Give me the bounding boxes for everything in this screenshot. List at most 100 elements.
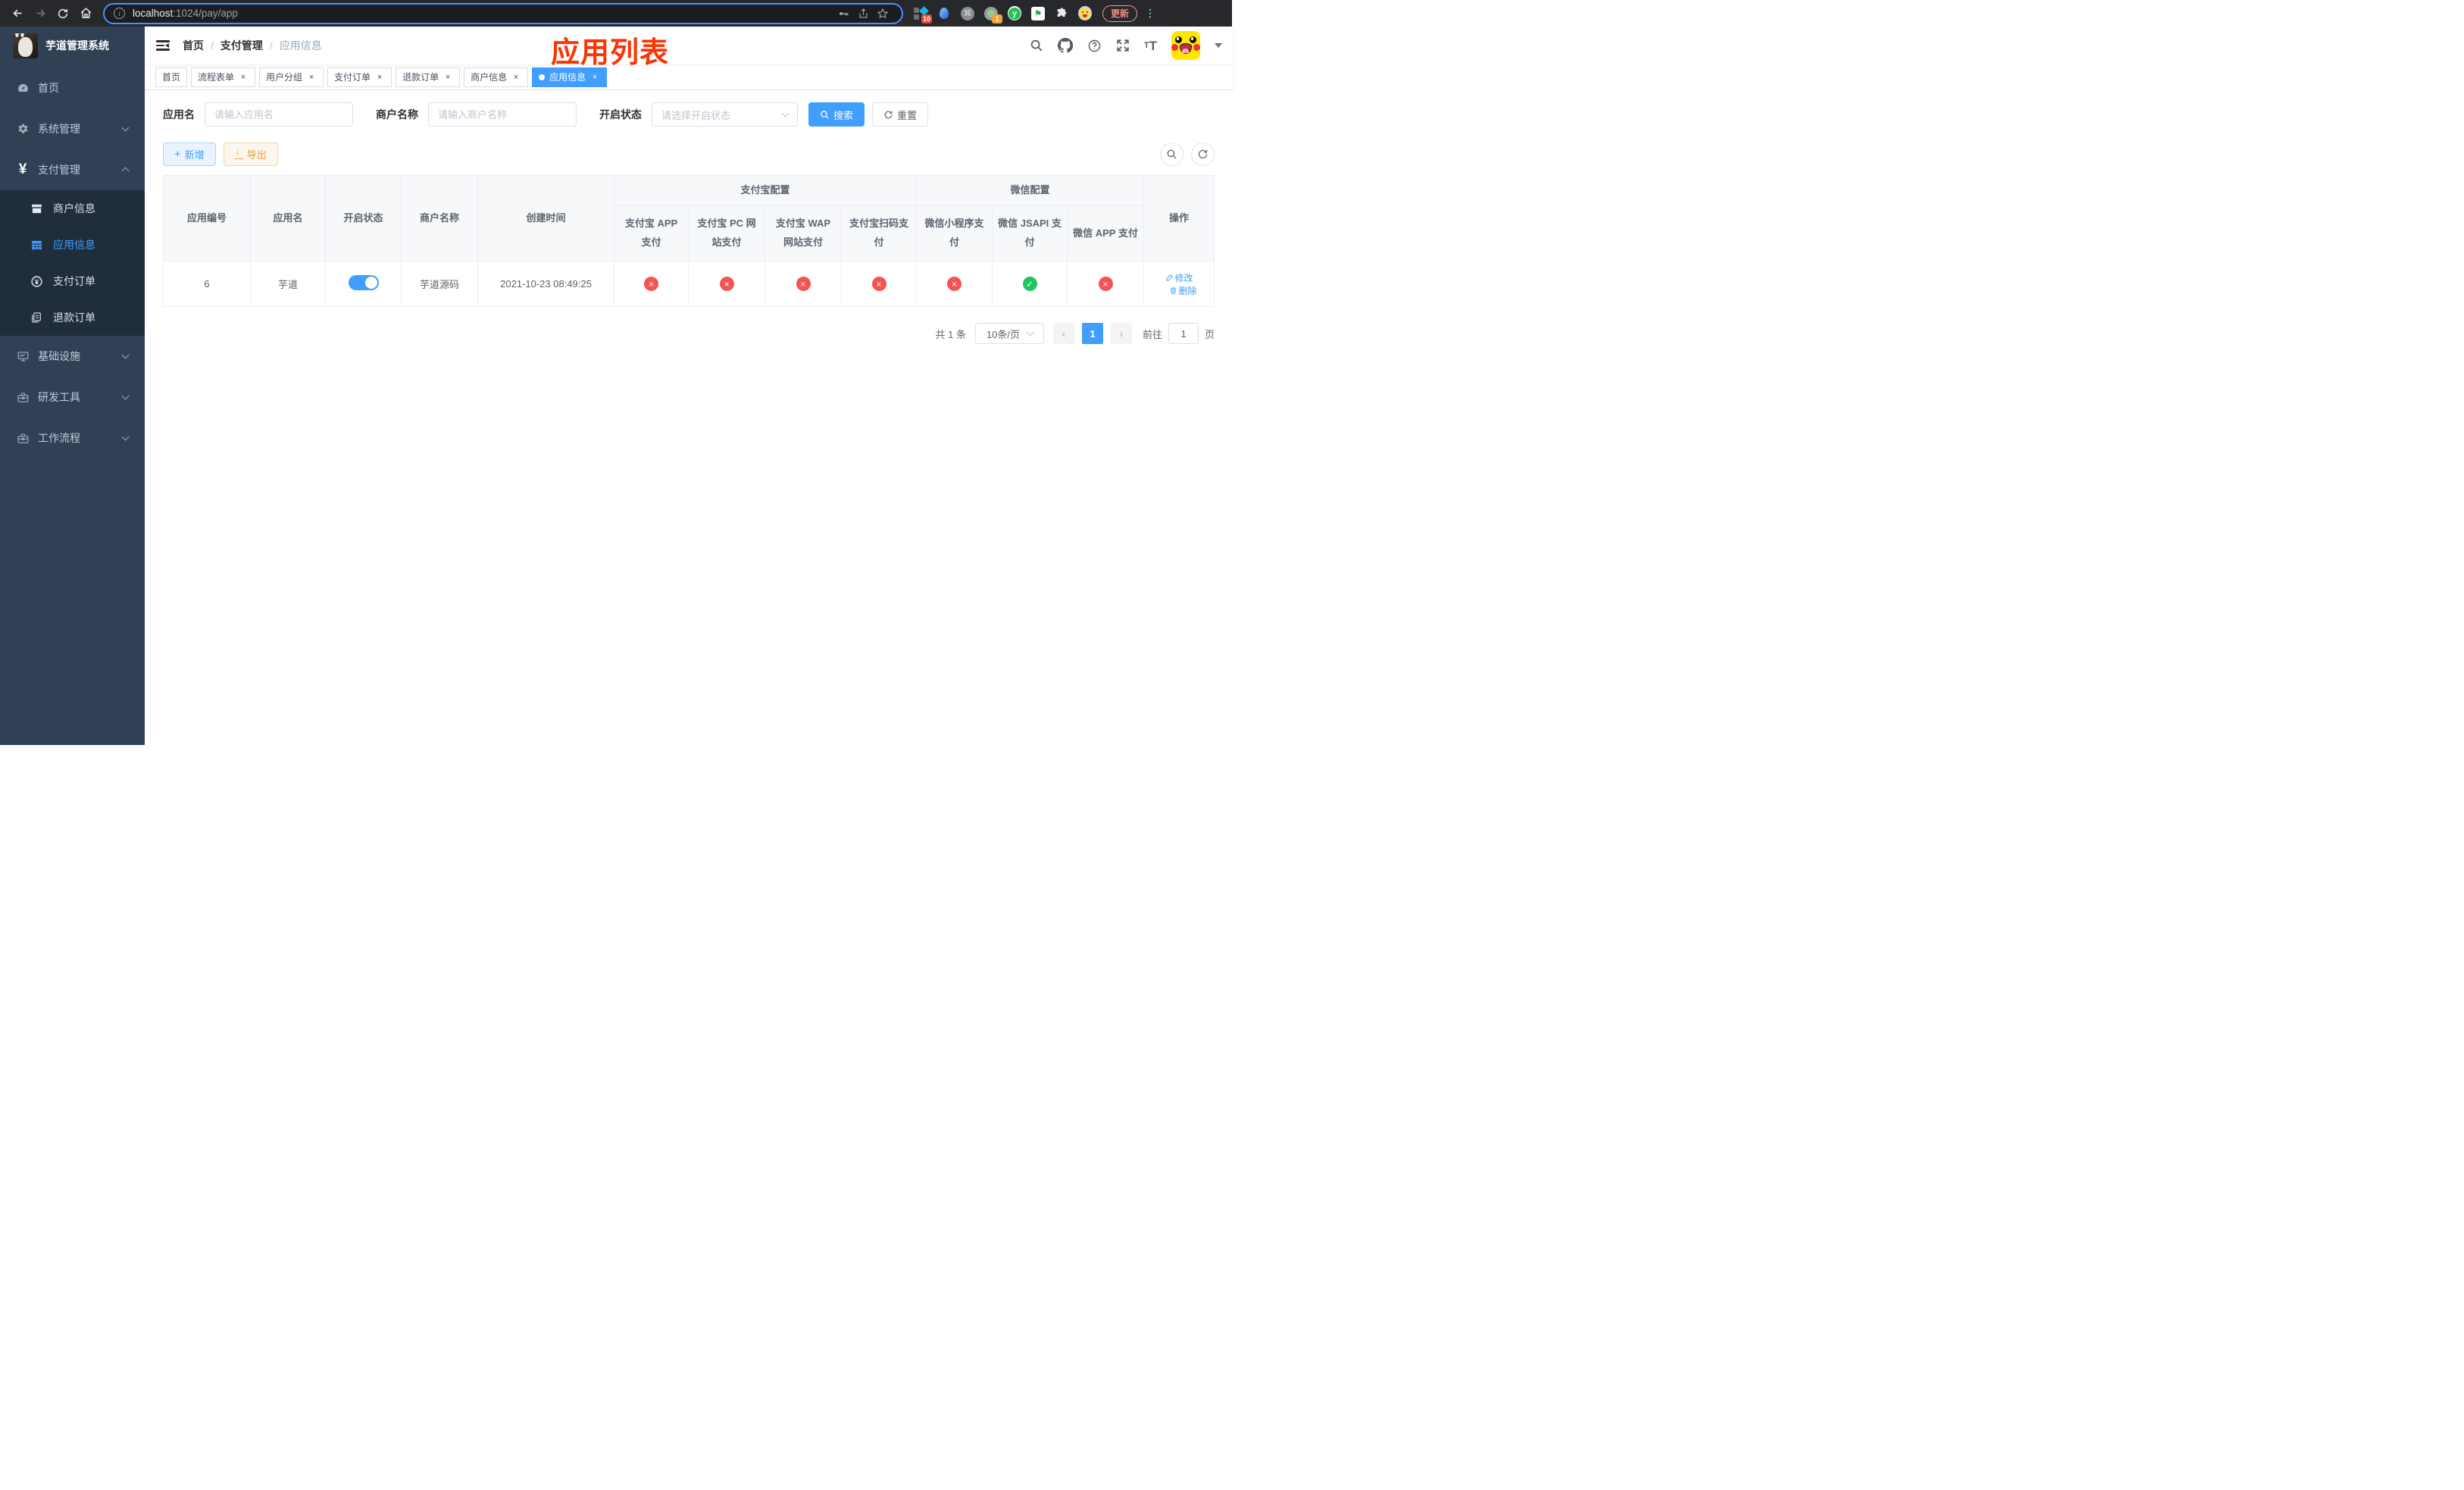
- tag-pay-orders[interactable]: 支付订单: [327, 67, 392, 87]
- page-annotation: 应用列表: [551, 37, 670, 69]
- delete-link[interactable]: 删除: [1169, 284, 1197, 297]
- close-tag-icon[interactable]: [511, 72, 521, 83]
- col-alipay-wap: 支付宝 WAP 网站支付: [765, 205, 842, 261]
- sidebar-item-infrastructure[interactable]: 基础设施: [0, 336, 145, 377]
- extension-blue-diamond-icon[interactable]: 10: [914, 5, 932, 23]
- header-search-icon[interactable]: [1030, 39, 1043, 52]
- sidebar-item-system[interactable]: 系统管理: [0, 108, 145, 149]
- sidebar-item-payment[interactable]: ¥ 支付管理: [0, 149, 145, 190]
- app-logo-row[interactable]: 芋道管理系统: [0, 27, 145, 64]
- forward-icon[interactable]: [29, 3, 52, 24]
- browser-update-button[interactable]: 更新: [1102, 5, 1138, 22]
- page-number-1[interactable]: 1: [1081, 323, 1103, 344]
- refresh-table-button[interactable]: [1191, 142, 1215, 166]
- sidebar-collapse-icon[interactable]: [145, 27, 181, 64]
- export-button[interactable]: 导出: [223, 142, 278, 166]
- toggle-search-button[interactable]: [1160, 142, 1184, 166]
- table-toolbar: + 新增 导出: [163, 142, 1215, 166]
- breadcrumb-section[interactable]: 支付管理: [220, 38, 263, 53]
- close-tag-icon[interactable]: [442, 72, 453, 83]
- tag-user-group[interactable]: 用户分组: [259, 67, 324, 87]
- url-text[interactable]: localhost:1024/pay/app: [133, 8, 238, 19]
- col-group-alipay: 支付宝配置: [613, 175, 918, 206]
- chevron-down-icon: [121, 433, 130, 441]
- col-merchant: 商户名称: [401, 175, 478, 261]
- home-icon[interactable]: [74, 3, 97, 24]
- back-icon[interactable]: [6, 3, 29, 24]
- col-alipay-qr: 支付宝扫码支付: [840, 205, 918, 261]
- navbar: 首页 / 支付管理 / 应用信息 应用列表 TT: [145, 27, 1234, 69]
- github-icon[interactable]: [1057, 38, 1073, 53]
- gear-icon: [14, 123, 32, 136]
- cell-created: 2021-10-23 08:49:25: [477, 261, 614, 307]
- prev-page-button[interactable]: [1052, 323, 1074, 344]
- col-app-name: 应用名: [250, 175, 326, 261]
- goto-label: 前往: [1142, 328, 1162, 340]
- tag-home[interactable]: 首页: [155, 67, 188, 87]
- site-info-icon[interactable]: i: [114, 8, 125, 19]
- sidebar-item-app-info[interactable]: 应用信息: [0, 227, 145, 263]
- chevron-down-icon: [121, 392, 130, 400]
- documents-icon: [27, 311, 45, 324]
- chevron-down-icon: [781, 109, 790, 117]
- app-name-input[interactable]: [205, 102, 353, 127]
- browser-toolbar: i localhost:1024/pay/app 10 ⌘ 1 y ⚑ 更新 ⋮: [0, 0, 1232, 27]
- edit-link[interactable]: 修改: [1165, 271, 1193, 284]
- font-size-icon[interactable]: TT: [1144, 39, 1157, 52]
- next-page-button[interactable]: [1110, 323, 1132, 344]
- sidebar: 芋道管理系统 首页 系统管理 ¥ 支付管理 商户信息 应用信息 支付订单 退款订…: [0, 27, 145, 745]
- share-icon[interactable]: [853, 5, 873, 22]
- payment-submenu: 商户信息 应用信息 支付订单 退款订单: [0, 190, 145, 336]
- status-label: 开启状态: [599, 108, 642, 121]
- fullscreen-icon[interactable]: [1116, 39, 1130, 52]
- dashboard-icon: [14, 82, 32, 95]
- browser-menu-icon[interactable]: ⋮: [1145, 7, 1155, 20]
- merchant-name-input[interactable]: [428, 102, 577, 127]
- avatar-caret-icon[interactable]: [1215, 43, 1223, 48]
- yen-circle-icon: [27, 275, 45, 288]
- extension-y-music-icon[interactable]: y: [1008, 6, 1021, 20]
- sidebar-item-dev-tools[interactable]: 研发工具: [0, 377, 145, 418]
- col-ops: 操作: [1143, 175, 1215, 261]
- breadcrumb: 首页 / 支付管理 / 应用信息: [183, 38, 322, 53]
- reload-icon[interactable]: [52, 3, 74, 24]
- search-form: 应用名 商户名称 开启状态 请选择开启状态 搜索 重置: [163, 102, 1215, 127]
- bookmark-star-icon[interactable]: [873, 5, 893, 22]
- search-button[interactable]: 搜索: [808, 102, 865, 127]
- extension-balloon-icon[interactable]: [937, 7, 951, 20]
- shop-icon: [27, 202, 45, 215]
- sidebar-item-workflow[interactable]: 工作流程: [0, 418, 145, 459]
- close-tag-icon[interactable]: [589, 72, 600, 83]
- profile-avatar-icon[interactable]: [1078, 6, 1092, 20]
- app-logo: [13, 33, 38, 58]
- alipay-pc-status-icon: ×: [719, 277, 734, 291]
- extension-command-icon[interactable]: ⌘: [961, 6, 974, 20]
- password-key-icon[interactable]: [833, 5, 853, 22]
- page-size-select[interactable]: 10条/页: [974, 323, 1044, 344]
- tag-merchant-info[interactable]: 商户信息: [464, 67, 529, 87]
- extension-proxy-icon[interactable]: 1: [984, 6, 1002, 23]
- reset-button[interactable]: 重置: [872, 102, 929, 127]
- tag-process-form[interactable]: 流程表单: [191, 67, 256, 87]
- extensions-puzzle-icon[interactable]: [1055, 7, 1068, 20]
- add-button[interactable]: + 新增: [163, 142, 216, 166]
- col-wechat-app: 微信 APP 支付: [1067, 205, 1145, 261]
- address-bar[interactable]: i localhost:1024/pay/app: [103, 2, 903, 24]
- tag-refund-orders[interactable]: 退款订单: [396, 67, 461, 87]
- sidebar-item-merchant-info[interactable]: 商户信息: [0, 190, 145, 227]
- sidebar-item-refund-orders[interactable]: 退款订单: [0, 299, 145, 336]
- user-avatar[interactable]: [1171, 31, 1201, 60]
- col-wechat-mini: 微信小程序支付: [916, 205, 993, 261]
- extension-flag-icon[interactable]: ⚑: [1031, 6, 1045, 20]
- close-tag-icon[interactable]: [238, 72, 249, 83]
- status-select[interactable]: 请选择开启状态: [652, 102, 798, 127]
- breadcrumb-home[interactable]: 首页: [183, 38, 204, 53]
- help-icon[interactable]: [1087, 39, 1102, 53]
- close-tag-icon[interactable]: [374, 72, 385, 83]
- sidebar-item-pay-orders[interactable]: 支付订单: [0, 263, 145, 299]
- close-tag-icon[interactable]: [306, 72, 317, 83]
- status-toggle[interactable]: [348, 275, 379, 290]
- wechat-app-status-icon: ×: [1098, 277, 1113, 291]
- goto-page-input[interactable]: [1168, 323, 1199, 344]
- sidebar-item-home[interactable]: 首页: [0, 67, 145, 108]
